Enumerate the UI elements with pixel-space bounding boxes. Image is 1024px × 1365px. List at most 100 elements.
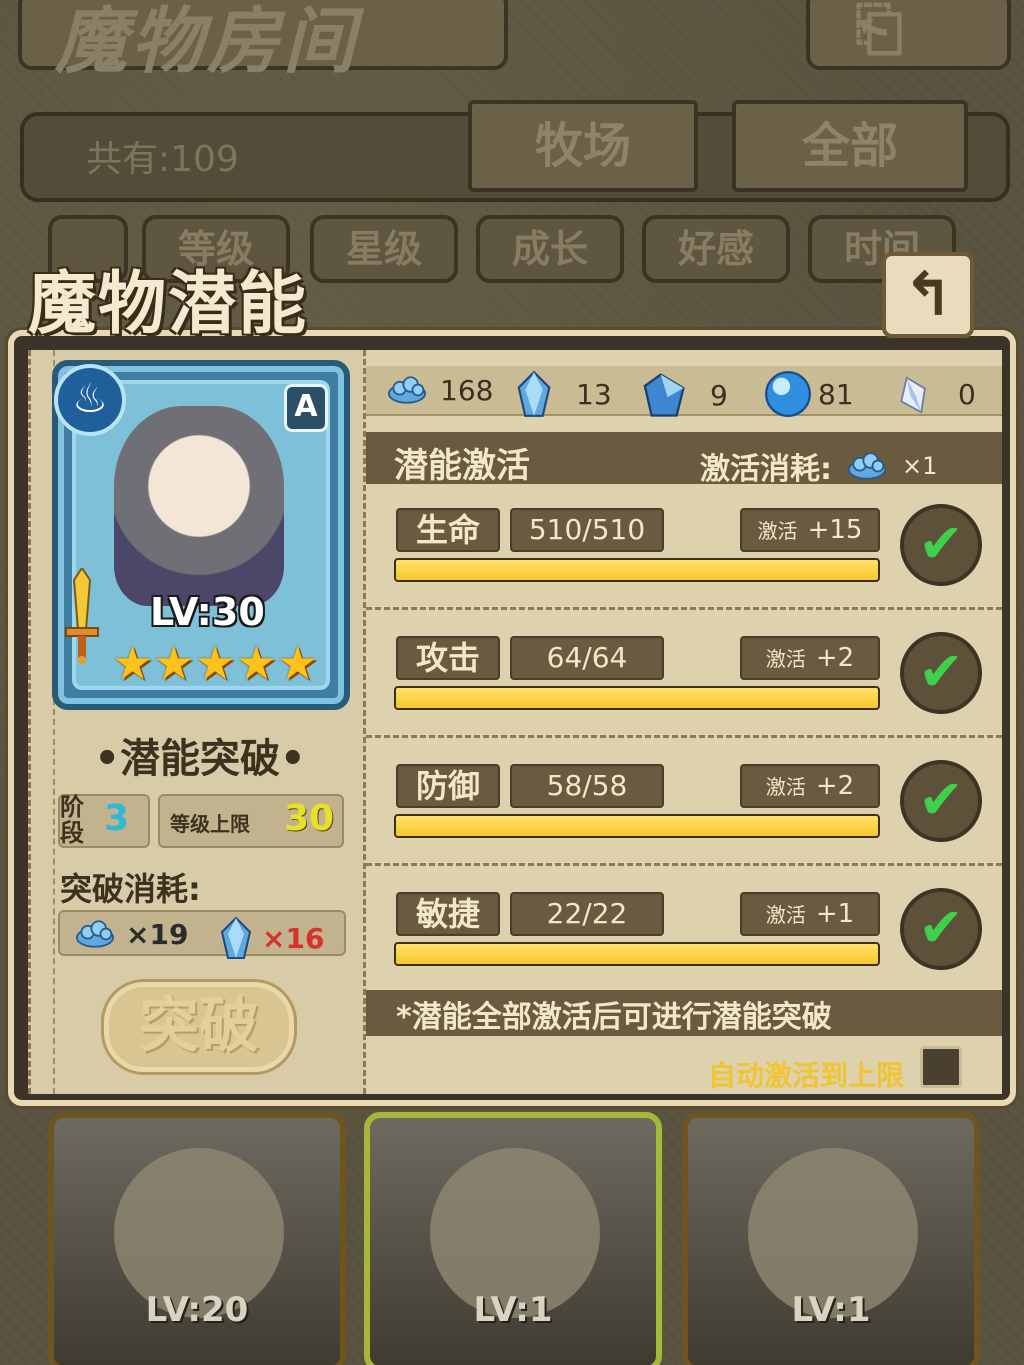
stat-name-agility: 敏捷 bbox=[396, 892, 500, 936]
star-rating: ★ ★ ★ ★ ★ bbox=[112, 640, 318, 686]
auto-activate-label: 自动激活到上限 bbox=[708, 1059, 905, 1092]
activate-label: 激活 bbox=[765, 903, 806, 927]
blue-flower-icon bbox=[387, 376, 427, 404]
cost-item: ×16 bbox=[214, 914, 324, 962]
stat-value-hp: 510/510 bbox=[510, 508, 664, 552]
activate-label: 激活 bbox=[765, 775, 806, 799]
activation-note: *潜能全部激活后可进行潜能突破 bbox=[396, 1000, 832, 1035]
level-cap-label: 等级上限 bbox=[170, 812, 250, 836]
progress-bar-hp bbox=[394, 558, 880, 582]
sort-growth-button[interactable]: 成长 bbox=[476, 215, 624, 283]
activation-cost-label: 激活消耗: bbox=[700, 452, 832, 487]
back-button[interactable]: ↰ bbox=[882, 252, 974, 338]
resource-item: 9 bbox=[638, 370, 728, 420]
progress-fill bbox=[396, 944, 878, 964]
star-icon: ★ bbox=[277, 636, 319, 690]
star-icon: ★ bbox=[153, 636, 195, 690]
sword-icon bbox=[65, 568, 99, 664]
stat-name-hp: 生命 bbox=[396, 508, 500, 552]
cost-amount: ×19 bbox=[126, 917, 189, 951]
bonus-value: +2 bbox=[815, 643, 855, 673]
monster-card[interactable]: LV:1 bbox=[364, 1112, 662, 1365]
activation-title: 潜能激活 bbox=[394, 446, 530, 486]
progress-fill bbox=[396, 688, 878, 708]
activate-label: 激活 bbox=[765, 647, 806, 671]
monster-card-level: LV:1 bbox=[473, 1290, 553, 1330]
bonus-value: +2 bbox=[815, 771, 855, 801]
bonus-value: +1 bbox=[815, 899, 855, 929]
checkmark-icon: ✔ bbox=[918, 896, 964, 959]
stat-value-agility: 22/22 bbox=[510, 892, 664, 936]
room-title: 魔物房间 bbox=[55, 0, 360, 83]
activate-label: 激活 bbox=[757, 519, 798, 543]
stat-bonus-agility: 激活 +1 bbox=[740, 892, 880, 936]
stat-name-attack: 攻击 bbox=[396, 636, 500, 680]
rank-badge: A bbox=[284, 384, 328, 432]
tab-ranch[interactable]: 牧场 bbox=[468, 100, 698, 192]
resource-value: 13 bbox=[576, 377, 612, 411]
progress-bar-agility bbox=[394, 942, 880, 966]
activation-cost: 激活消耗: ×1 bbox=[700, 444, 937, 488]
progress-bar-defense bbox=[394, 814, 880, 838]
resource-item: 13 bbox=[510, 370, 612, 418]
resource-item: 0 bbox=[894, 370, 976, 418]
auto-activate-checkbox[interactable] bbox=[920, 1046, 962, 1088]
sort-affection-button[interactable]: 好感 bbox=[642, 215, 790, 283]
breakthrough-cost-title: 突破消耗: bbox=[60, 870, 201, 908]
checkmark-icon: ✔ bbox=[918, 640, 964, 703]
stat-value-attack: 64/64 bbox=[510, 636, 664, 680]
breakthrough-button[interactable]: 突破 bbox=[104, 982, 294, 1072]
stage-label: 阶段 bbox=[60, 793, 84, 847]
tab-all[interactable]: 全部 bbox=[732, 100, 968, 192]
blue-flower-icon bbox=[75, 920, 115, 948]
blue-orb-icon bbox=[765, 371, 811, 417]
monster-card[interactable]: LV:20 bbox=[48, 1112, 346, 1365]
white-crystal-icon bbox=[900, 376, 926, 414]
resource-value: 9 bbox=[710, 378, 728, 412]
level-cap-value: 30 bbox=[284, 798, 335, 839]
stat-name-defense: 防御 bbox=[396, 764, 500, 808]
resource-value: 81 bbox=[818, 377, 854, 411]
stat-bonus-hp: 激活 +15 bbox=[740, 508, 880, 552]
stage-value: 3 bbox=[104, 798, 130, 839]
activation-cost-amount: ×1 bbox=[902, 452, 938, 480]
sort-star-button[interactable]: 星级 bbox=[310, 215, 458, 283]
activate-check-button[interactable]: ✔ bbox=[900, 888, 982, 970]
monster-card-level: LV:20 bbox=[145, 1290, 249, 1330]
checkmark-icon: ✔ bbox=[918, 512, 964, 575]
activate-check-button[interactable]: ✔ bbox=[900, 760, 982, 842]
monster-total-count: 共有:109 bbox=[86, 139, 239, 180]
checkmark-icon: ✔ bbox=[918, 768, 964, 831]
water-element-icon: ♨ bbox=[54, 364, 126, 436]
monster-card[interactable]: LV:1 bbox=[682, 1112, 980, 1365]
star-icon: ★ bbox=[194, 636, 236, 690]
blue-flower-icon bbox=[847, 452, 887, 480]
stat-bonus-defense: 激活 +2 bbox=[740, 764, 880, 808]
bonus-value: +15 bbox=[807, 515, 863, 545]
monster-level: LV:30 bbox=[150, 590, 265, 634]
resource-item: 81 bbox=[764, 370, 854, 418]
progress-fill bbox=[396, 560, 878, 580]
back-arrow-icon: ↰ bbox=[902, 260, 954, 330]
blue-crystal-icon bbox=[517, 370, 551, 417]
monster-portrait bbox=[114, 406, 284, 606]
progress-bar-attack bbox=[394, 686, 880, 710]
blue-crystal-icon bbox=[220, 916, 252, 959]
progress-fill bbox=[396, 816, 878, 836]
resource-value: 0 bbox=[958, 377, 976, 411]
room-exit-button[interactable]: ⎗ bbox=[806, 0, 1011, 70]
activate-check-button[interactable]: ✔ bbox=[900, 632, 982, 714]
blue-gem-icon bbox=[643, 373, 685, 417]
star-icon: ★ bbox=[112, 636, 154, 690]
resource-item: 168 bbox=[380, 370, 493, 410]
resource-value: 168 bbox=[440, 373, 494, 407]
activate-check-button[interactable]: ✔ bbox=[900, 504, 982, 586]
star-icon: ★ bbox=[235, 636, 277, 690]
cost-amount: ×16 bbox=[262, 921, 325, 955]
exit-icon: ⎗ bbox=[855, 0, 903, 64]
stat-value-defense: 58/58 bbox=[510, 764, 664, 808]
cost-item: ×19 bbox=[68, 914, 188, 954]
breakthrough-title: •潜能突破• bbox=[94, 736, 306, 782]
monster-card-level: LV:1 bbox=[791, 1290, 871, 1330]
panel-title: 魔物潜能 bbox=[28, 265, 309, 344]
